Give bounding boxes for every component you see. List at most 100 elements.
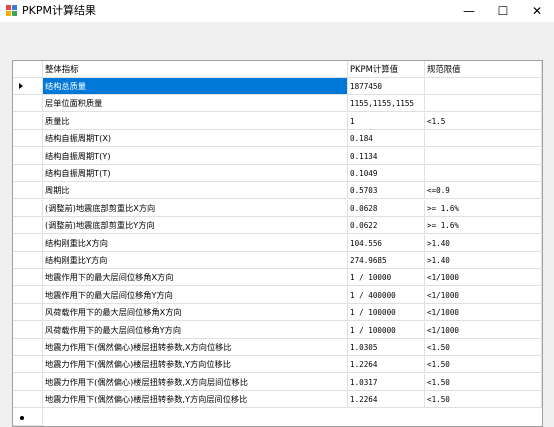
minimize-button[interactable]: — (452, 0, 486, 22)
new-row[interactable] (13, 408, 542, 426)
code-limit-cell[interactable]: <=0.9 (425, 182, 542, 200)
table-row[interactable]: 周期比 0.5703 <=0.9 (13, 182, 542, 200)
metric-name-cell[interactable]: 风荷载作用下的最大层间位移角X方向 (43, 304, 348, 322)
table-row[interactable]: (调整前)地震底部剪重比Y方向 0.0622 >= 1.6% (13, 217, 542, 235)
pkpm-value-cell[interactable]: 0.0628 (348, 199, 425, 217)
pkpm-value-cell[interactable]: 0.1049 (348, 165, 425, 182)
table-row[interactable]: 层单位面积质量 1155,1155,1155 (13, 95, 542, 113)
title-bar[interactable]: PKPM计算结果 — ☐ ✕ (0, 0, 554, 22)
row-header[interactable] (13, 78, 43, 95)
pkpm-value-cell[interactable]: 1.0305 (348, 339, 425, 356)
pkpm-value-cell[interactable]: 0.0622 (348, 217, 425, 235)
row-header-corner[interactable] (13, 61, 43, 78)
column-header-code-limit[interactable]: 规范限值 (425, 61, 542, 78)
row-header[interactable] (13, 252, 43, 269)
code-limit-cell[interactable] (425, 95, 542, 113)
metric-name-cell[interactable]: (调整前)地震底部剪重比X方向 (43, 199, 348, 217)
close-button[interactable]: ✕ (520, 0, 554, 22)
code-limit-cell[interactable]: <1/1000 (425, 304, 542, 322)
code-limit-cell[interactable] (425, 147, 542, 165)
row-header[interactable] (13, 182, 43, 200)
metric-name-cell[interactable]: 结构自振周期T(T) (43, 165, 348, 182)
code-limit-cell[interactable]: >1.40 (425, 234, 542, 252)
pkpm-value-cell[interactable]: 1877450 (348, 78, 425, 95)
table-row[interactable]: (调整前)地震底部剪重比X方向 0.0628 >= 1.6% (13, 199, 542, 217)
row-header[interactable] (13, 234, 43, 252)
row-header[interactable] (13, 391, 43, 409)
table-row[interactable]: 地震作用下的最大层间位移角X方向 1 / 10000 <1/1000 (13, 269, 542, 287)
code-limit-cell[interactable]: <1/1000 (425, 321, 542, 339)
table-row[interactable]: 结构自振周期T(Y) 0.1134 (13, 147, 542, 165)
code-limit-cell[interactable]: >= 1.6% (425, 199, 542, 217)
row-header[interactable] (13, 408, 43, 426)
metric-name-cell[interactable]: 地震力作用下(偶然偏心)楼层扭转参数,Y方向位移比 (43, 356, 348, 374)
pkpm-value-cell[interactable]: 0.5703 (348, 182, 425, 200)
code-limit-cell[interactable]: <1/1000 (425, 286, 542, 304)
row-header[interactable] (13, 112, 43, 130)
pkpm-value-cell[interactable]: 1.2264 (348, 356, 425, 374)
row-header[interactable] (13, 165, 43, 182)
metric-name-cell[interactable]: 质量比 (43, 112, 348, 130)
row-header[interactable] (13, 356, 43, 374)
table-row[interactable]: 结构刚重比X方向 104.556 >1.40 (13, 234, 542, 252)
table-row[interactable]: 结构刚重比Y方向 274.9685 >1.40 (13, 252, 542, 269)
code-limit-cell[interactable]: <1.50 (425, 373, 542, 391)
table-row[interactable]: 风荷载作用下的最大层间位移角Y方向 1 / 100000 <1/1000 (13, 321, 542, 339)
table-row[interactable]: 结构总质量 1877450 (13, 78, 542, 95)
table-row[interactable]: 地震力作用下(偶然偏心)楼层扭转参数,Y方向层间位移比 1.2264 <1.50 (13, 391, 542, 409)
metric-name-cell[interactable]: 结构刚重比Y方向 (43, 252, 348, 269)
code-limit-cell[interactable]: <1.50 (425, 356, 542, 374)
metric-name-cell[interactable]: 结构刚重比X方向 (43, 234, 348, 252)
pkpm-value-cell[interactable]: 1 (348, 112, 425, 130)
pkpm-value-cell[interactable]: 1 / 400000 (348, 286, 425, 304)
pkpm-value-cell[interactable]: 0.184 (348, 130, 425, 148)
code-limit-cell[interactable] (425, 165, 542, 182)
metric-name-cell[interactable]: 地震力作用下(偶然偏心)楼层扭转参数,Y方向层间位移比 (43, 391, 348, 409)
table-row[interactable]: 风荷载作用下的最大层间位移角X方向 1 / 100000 <1/1000 (13, 304, 542, 322)
metric-name-cell[interactable]: 地震作用下的最大层间位移角X方向 (43, 269, 348, 287)
row-header[interactable] (13, 304, 43, 322)
column-header-metric[interactable]: 整体指标 (43, 61, 348, 78)
row-header[interactable] (13, 147, 43, 165)
table-row[interactable]: 地震力作用下(偶然偏心)楼层扭转参数,Y方向位移比 1.2264 <1.50 (13, 356, 542, 374)
table-row[interactable]: 结构自振周期T(X) 0.184 (13, 130, 542, 148)
row-header[interactable] (13, 339, 43, 356)
code-limit-cell[interactable]: <1/1000 (425, 269, 542, 287)
pkpm-value-cell[interactable]: 1 / 100000 (348, 304, 425, 322)
metric-name-cell[interactable]: (调整前)地震底部剪重比Y方向 (43, 217, 348, 235)
row-header[interactable] (13, 217, 43, 235)
maximize-button[interactable]: ☐ (486, 0, 520, 22)
pkpm-value-cell[interactable]: 1155,1155,1155 (348, 95, 425, 113)
row-header[interactable] (13, 373, 43, 391)
pkpm-value-cell[interactable]: 274.9685 (348, 252, 425, 269)
row-header[interactable] (13, 95, 43, 113)
pkpm-value-cell[interactable]: 104.556 (348, 234, 425, 252)
code-limit-cell[interactable]: <1.5 (425, 112, 542, 130)
table-row[interactable]: 结构自振周期T(T) 0.1049 (13, 165, 542, 182)
row-header[interactable] (13, 321, 43, 339)
metric-name-cell[interactable]: 风荷载作用下的最大层间位移角Y方向 (43, 321, 348, 339)
metric-name-cell[interactable]: 地震作用下的最大层间位移角Y方向 (43, 286, 348, 304)
row-header[interactable] (13, 286, 43, 304)
metric-name-cell[interactable]: 地震力作用下(偶然偏心)楼层扭转参数,X方向位移比 (43, 339, 348, 356)
metric-name-cell[interactable]: 结构总质量 (43, 78, 348, 95)
pkpm-value-cell[interactable]: 1.2264 (348, 391, 425, 409)
code-limit-cell[interactable] (425, 130, 542, 148)
metric-name-cell[interactable]: 结构自振周期T(Y) (43, 147, 348, 165)
row-header[interactable] (13, 269, 43, 287)
pkpm-value-cell[interactable]: 1 / 100000 (348, 321, 425, 339)
code-limit-cell[interactable]: >1.40 (425, 252, 542, 269)
metric-name-cell[interactable]: 周期比 (43, 182, 348, 200)
pkpm-value-cell[interactable]: 1 / 10000 (348, 269, 425, 287)
metric-name-cell[interactable]: 结构自振周期T(X) (43, 130, 348, 148)
code-limit-cell[interactable] (425, 78, 542, 95)
table-row[interactable]: 地震作用下的最大层间位移角Y方向 1 / 400000 <1/1000 (13, 286, 542, 304)
metric-name-cell[interactable]: 层单位面积质量 (43, 95, 348, 113)
results-grid[interactable]: 整体指标 PKPM计算值 规范限值 结构总质量 1877450 层单位面积质量 115… (12, 60, 543, 427)
row-header[interactable] (13, 199, 43, 217)
code-limit-cell[interactable]: <1.50 (425, 339, 542, 356)
row-header[interactable] (13, 130, 43, 148)
code-limit-cell[interactable]: <1.50 (425, 391, 542, 409)
metric-name-cell[interactable]: 地震力作用下(偶然偏心)楼层扭转参数,X方向层间位移比 (43, 373, 348, 391)
table-row[interactable]: 地震力作用下(偶然偏心)楼层扭转参数,X方向层间位移比 1.0317 <1.50 (13, 373, 542, 391)
